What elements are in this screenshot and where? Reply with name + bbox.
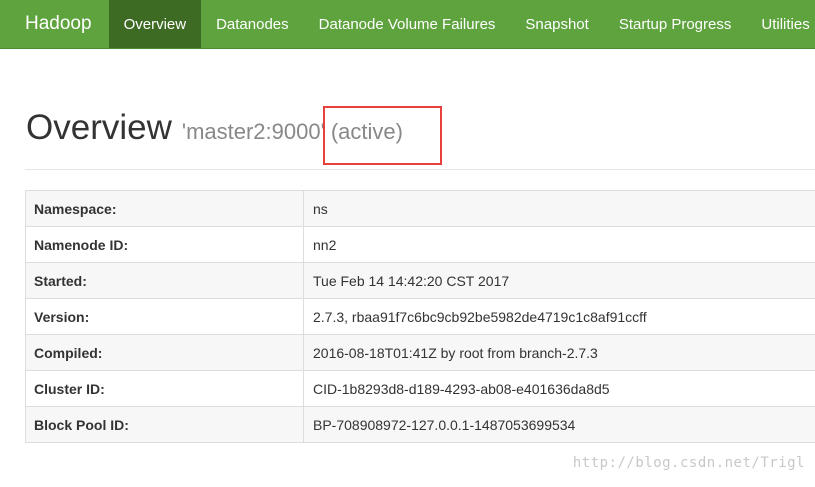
row-label: Version: xyxy=(25,298,304,335)
top-navbar: Hadoop Overview Datanodes Datanode Volum… xyxy=(0,0,815,49)
nav-utilities[interactable]: Utilities xyxy=(746,0,815,48)
row-value: ns xyxy=(303,190,815,227)
overview-info-table: Namespace: ns Namenode ID: nn2 Started: … xyxy=(25,190,815,443)
watermark-text: http://blog.csdn.net/Trigl xyxy=(572,455,805,471)
nav-startup-progress[interactable]: Startup Progress xyxy=(604,0,747,48)
nav-overview[interactable]: Overview xyxy=(108,0,202,48)
row-label: Namespace: xyxy=(25,190,304,227)
namenode-host: 'master2:9000' xyxy=(181,119,325,144)
heading-divider xyxy=(25,169,815,170)
row-value: CID-1b8293d8-d189-4293-ab08-e401636da8d5 xyxy=(303,370,815,407)
row-value: 2016-08-18T01:41Z by root from branch-2.… xyxy=(303,334,815,371)
row-label: Started: xyxy=(25,262,304,299)
page-title: Overview xyxy=(26,108,172,147)
row-label: Block Pool ID: xyxy=(25,406,304,443)
table-row: Started: Tue Feb 14 14:42:20 CST 2017 xyxy=(25,262,815,299)
table-row: Block Pool ID: BP-708908972-127.0.0.1-14… xyxy=(25,406,815,443)
row-label: Namenode ID: xyxy=(25,226,304,263)
table-row: Namespace: ns xyxy=(25,190,815,227)
row-value: nn2 xyxy=(303,226,815,263)
row-label: Compiled: xyxy=(25,334,304,371)
table-row: Version: 2.7.3, rbaa91f7c6bc9cb92be5982d… xyxy=(25,298,815,335)
row-value: BP-708908972-127.0.0.1-1487053699534 xyxy=(303,406,815,443)
brand-link[interactable]: Hadoop xyxy=(0,0,109,48)
row-value: Tue Feb 14 14:42:20 CST 2017 xyxy=(303,262,815,299)
nav-datanode-volume-failures[interactable]: Datanode Volume Failures xyxy=(304,0,511,48)
table-row: Namenode ID: nn2 xyxy=(25,226,815,263)
table-row: Compiled: 2016-08-18T01:41Z by root from… xyxy=(25,334,815,371)
row-label: Cluster ID: xyxy=(25,370,304,407)
nav-datanodes[interactable]: Datanodes xyxy=(201,0,304,48)
table-row: Cluster ID: CID-1b8293d8-d189-4293-ab08-… xyxy=(25,370,815,407)
row-value: 2.7.3, rbaa91f7c6bc9cb92be5982de4719c1c8… xyxy=(303,298,815,335)
highlight-annotation-box xyxy=(323,106,442,165)
nav-snapshot[interactable]: Snapshot xyxy=(510,0,603,48)
